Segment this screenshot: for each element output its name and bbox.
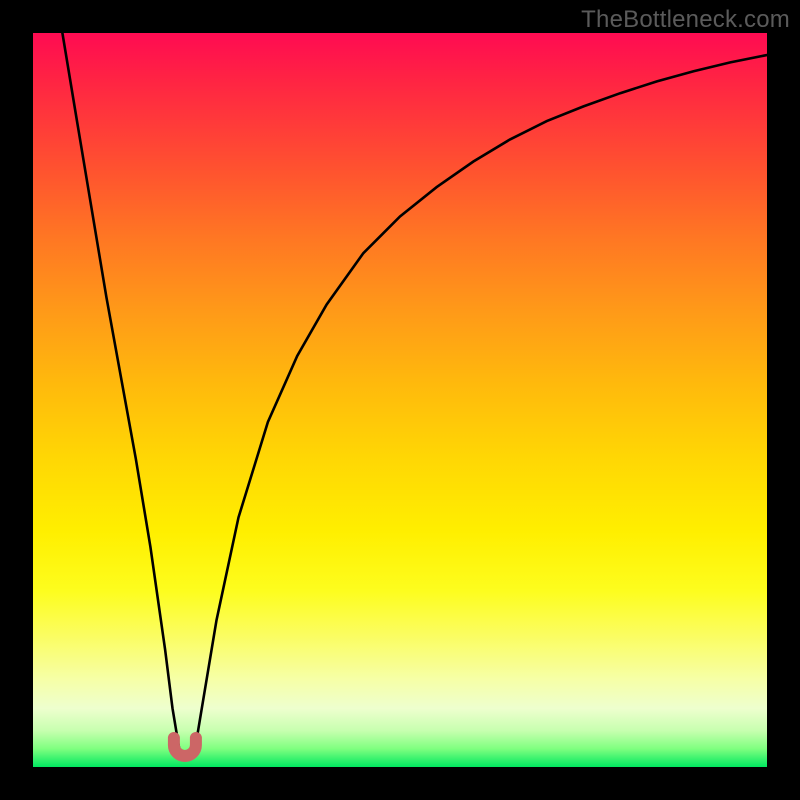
optimal-range-marker: [174, 738, 196, 756]
chart-frame: TheBottleneck.com: [0, 0, 800, 800]
curve-layer: [33, 33, 767, 767]
bottleneck-curve: [62, 33, 767, 760]
plot-area: [33, 33, 767, 767]
watermark-text: TheBottleneck.com: [581, 6, 790, 34]
